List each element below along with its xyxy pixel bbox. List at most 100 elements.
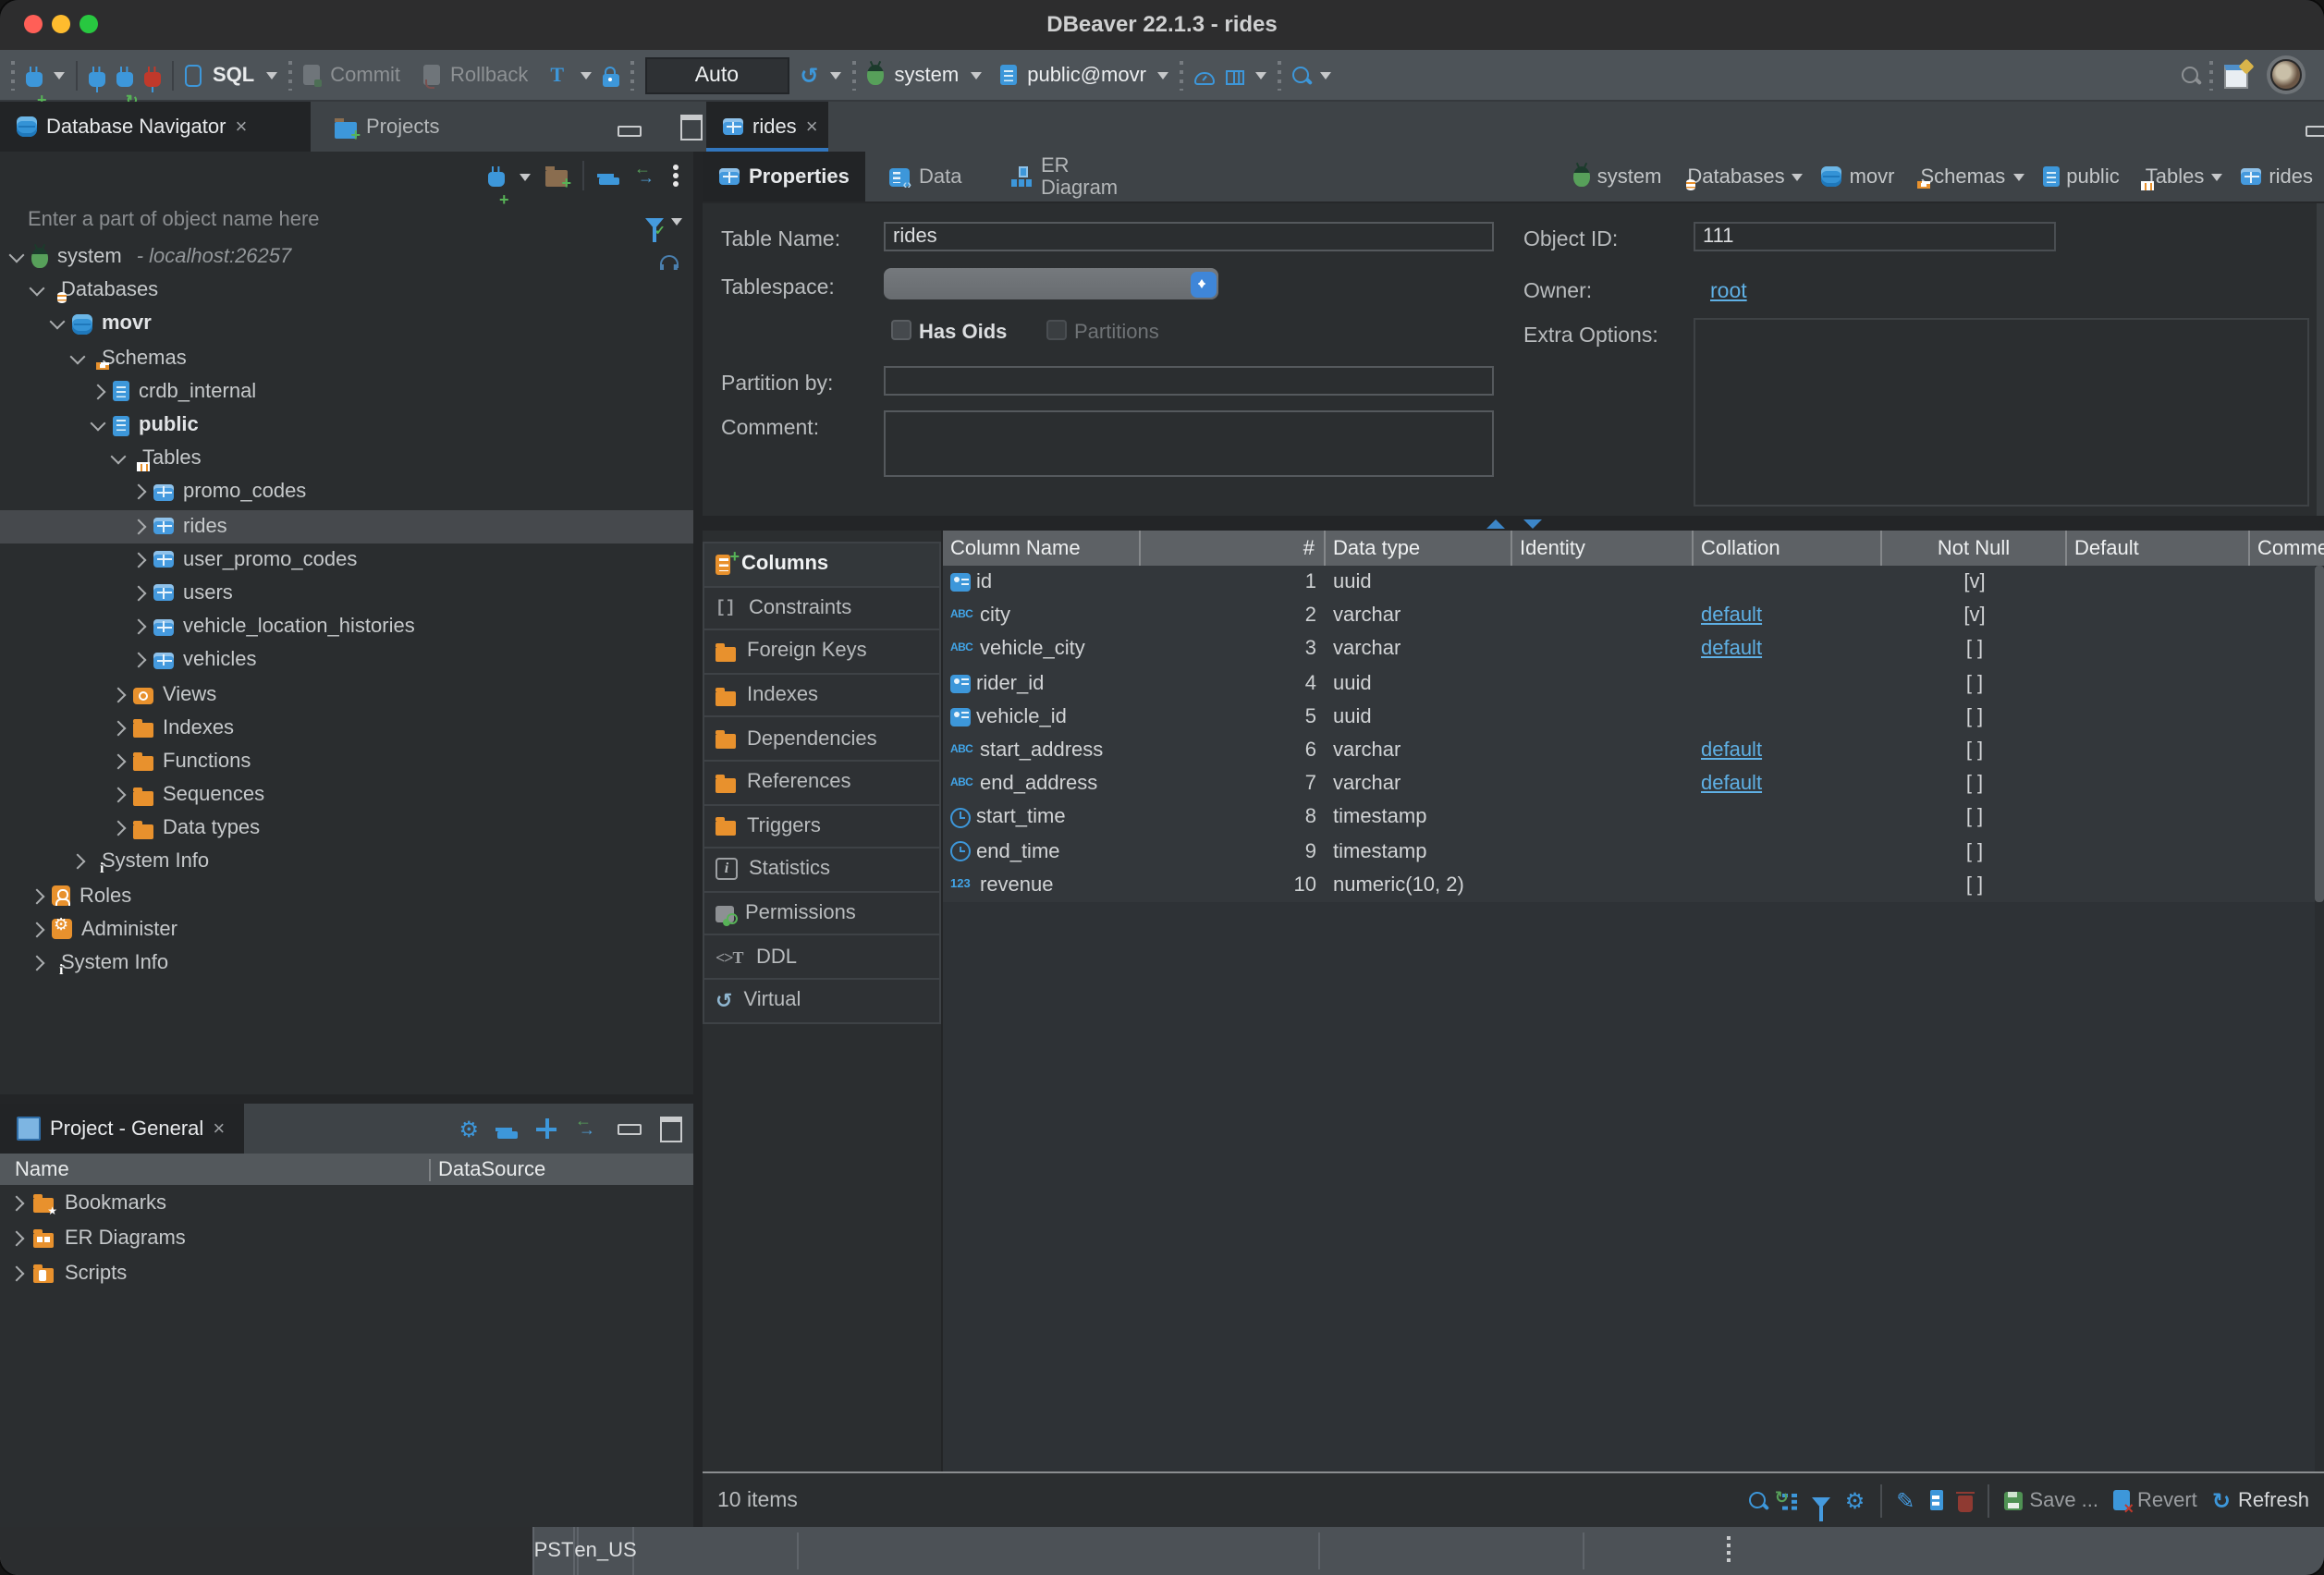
reconnect-icon[interactable] [116, 71, 133, 86]
cell-data-type[interactable]: uuid [1326, 666, 1512, 700]
connect-icon[interactable] [89, 71, 105, 86]
cell-data-type[interactable]: varchar [1326, 599, 1512, 632]
schema-dropdown[interactable] [1157, 72, 1168, 85]
disconnect-icon[interactable] [144, 71, 161, 86]
connection-db-icon[interactable] [867, 65, 884, 85]
cell-collation[interactable]: default [1694, 767, 1882, 800]
horizontal-splitter[interactable] [0, 1094, 693, 1104]
cell-collation[interactable] [1694, 801, 1882, 835]
chevron-right-icon[interactable] [131, 619, 147, 635]
chevron-down-icon[interactable] [2012, 174, 2024, 187]
subtab-virtual[interactable]: ↺Virtual [703, 978, 941, 1023]
tree-item-roles[interactable]: Roles [0, 879, 693, 912]
view-menu-icon[interactable] [673, 165, 679, 170]
expand-all-icon[interactable] [536, 1118, 557, 1139]
close-icon[interactable]: × [213, 1119, 225, 1138]
cell-data-type[interactable]: timestamp [1326, 835, 1512, 868]
cell-column-name[interactable]: id [943, 566, 1141, 599]
subtab-triggers[interactable]: Triggers [703, 803, 941, 849]
cell-comment[interactable] [2250, 801, 2324, 835]
new-connection-dropdown[interactable] [54, 72, 65, 85]
filter-dropdown[interactable] [671, 217, 682, 230]
cell-column-name[interactable]: rider_id [943, 666, 1141, 700]
cell-default[interactable] [2067, 633, 2250, 666]
grid-column-header-identity[interactable]: Identity [1512, 531, 1694, 566]
expand-up-icon[interactable] [1486, 519, 1505, 528]
tab-projects[interactable]: Projects [318, 102, 459, 152]
grid-column-header-data-type[interactable]: Data type [1326, 531, 1512, 566]
chevron-right-icon[interactable] [30, 888, 45, 904]
connection-dropdown[interactable] [970, 72, 981, 85]
chevron-right-icon[interactable] [131, 585, 147, 601]
rollback-button[interactable]: Rollback [450, 64, 528, 86]
cell-ordinal[interactable]: 10 [1141, 868, 1326, 901]
cell-not-null[interactable]: [ ] [1882, 767, 2067, 800]
cell-identity[interactable] [1512, 868, 1694, 901]
extra-options-area[interactable] [1694, 318, 2309, 507]
collation-link[interactable]: default [1701, 739, 1762, 762]
cell-data-type[interactable]: uuid [1326, 701, 1512, 734]
cell-identity[interactable] [1512, 801, 1694, 835]
cell-collation[interactable] [1694, 566, 1882, 599]
chevron-down-icon[interactable] [50, 314, 66, 330]
tree-item-user-promo-codes[interactable]: user_promo_codes [0, 543, 693, 576]
chevron-right-icon[interactable] [111, 753, 127, 769]
save-button[interactable]: Save ... [2003, 1489, 2098, 1511]
chevron-right-icon[interactable] [131, 484, 147, 500]
cell-comment[interactable] [2250, 767, 2324, 800]
tree-item-administer[interactable]: Administer [0, 913, 693, 946]
status-grip[interactable] [1727, 1536, 1731, 1540]
subtab-ddl[interactable]: <>TDDL [703, 934, 941, 980]
cell-column-name[interactable]: vehicle_id [943, 701, 1141, 734]
has-oids-checkbox[interactable] [891, 320, 911, 340]
new-connection-dropdown[interactable] [520, 173, 531, 186]
chevron-right-icon[interactable] [30, 922, 45, 937]
chevron-right-icon[interactable] [111, 788, 127, 803]
filter-icon[interactable] [645, 217, 664, 228]
cell-column-name[interactable]: end_time [943, 835, 1141, 868]
cell-default[interactable] [2067, 801, 2250, 835]
grid-filter-icon[interactable] [1812, 1497, 1830, 1508]
vertical-splitter[interactable] [693, 152, 703, 1527]
table-name-input[interactable]: rides [884, 222, 1494, 251]
project-item-er-diagrams[interactable]: ER Diagrams [0, 1220, 693, 1255]
cell-default[interactable] [2067, 566, 2250, 599]
active-schema-select[interactable]: public@movr [1027, 64, 1146, 86]
cell-column-name[interactable]: ABCcity [943, 599, 1141, 632]
cell-collation[interactable]: default [1694, 633, 1882, 666]
maximize-panel-icon[interactable] [680, 115, 703, 140]
cell-data-type[interactable]: timestamp [1326, 801, 1512, 835]
tab-data[interactable]: Data [873, 152, 987, 201]
grid-row-city[interactable]: ABCcity2varchardefault[v] [943, 599, 2324, 632]
cell-data-type[interactable]: varchar [1326, 734, 1512, 767]
chevron-right-icon[interactable] [131, 552, 147, 568]
chevron-right-icon[interactable] [70, 854, 86, 870]
tree-item-vehicles[interactable]: vehicles [0, 644, 693, 678]
schema-file-icon[interactable] [999, 65, 1016, 85]
chevron-down-icon[interactable] [70, 348, 86, 364]
partition-by-input[interactable] [884, 366, 1494, 396]
cell-identity[interactable] [1512, 701, 1694, 734]
cell-ordinal[interactable]: 3 [1141, 633, 1326, 666]
cell-not-null[interactable]: [ ] [1882, 701, 2067, 734]
breadcrumb-item-movr[interactable]: movr [1822, 165, 1895, 188]
cell-comment[interactable] [2250, 633, 2324, 666]
refresh-list-icon[interactable] [1780, 1491, 1797, 1509]
db-search-icon[interactable] [1292, 67, 1309, 83]
cell-collation[interactable] [1694, 835, 1882, 868]
commit-mode-select[interactable]: Auto [644, 56, 789, 93]
chevron-right-icon[interactable] [30, 956, 45, 971]
columns-view-icon[interactable] [1929, 1490, 1942, 1510]
cell-column-name[interactable]: ABCend_address [943, 767, 1141, 800]
subtab-dependencies[interactable]: Dependencies [703, 716, 941, 762]
chevron-down-icon[interactable] [2211, 174, 2222, 187]
cell-column-name[interactable]: 123revenue [943, 868, 1141, 901]
object-filter-input[interactable]: Enter a part of object name here [0, 209, 645, 231]
new-connection-icon[interactable] [488, 172, 505, 187]
cell-not-null[interactable]: [ ] [1882, 666, 2067, 700]
collation-link[interactable]: default [1701, 773, 1762, 795]
cell-comment[interactable] [2250, 734, 2324, 767]
chevron-down-icon[interactable] [1792, 174, 1804, 187]
subtab-permissions[interactable]: Permissions [703, 891, 941, 936]
compile-dropdown[interactable] [1255, 72, 1266, 85]
